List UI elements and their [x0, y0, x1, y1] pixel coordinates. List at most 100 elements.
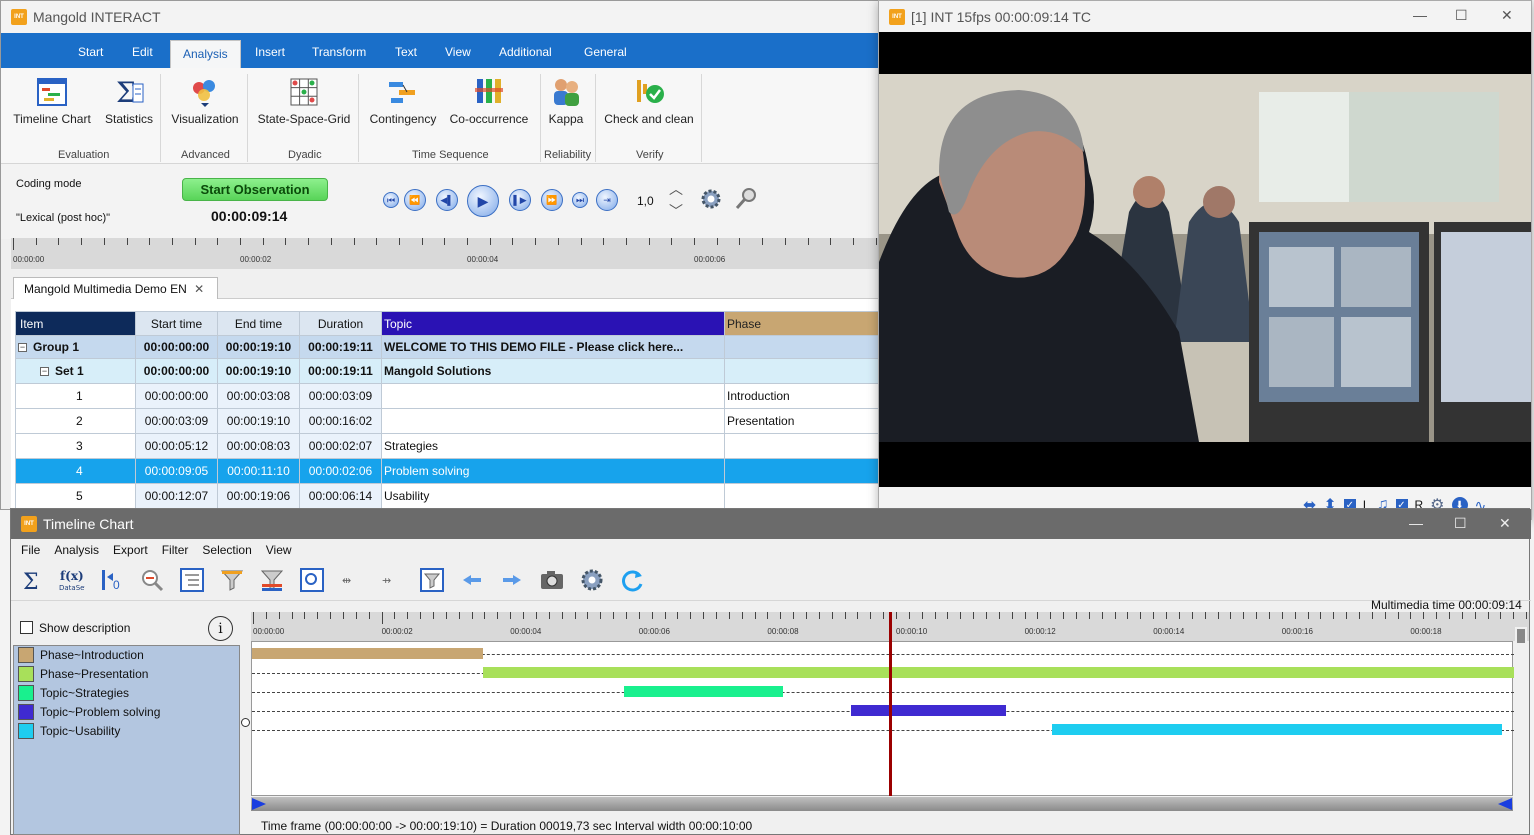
info-icon[interactable]: i: [208, 616, 233, 641]
event-bar-presentation[interactable]: [483, 667, 1514, 678]
header-item[interactable]: Item: [15, 311, 136, 336]
document-tab[interactable]: Mangold Multimedia Demo EN ✕: [13, 277, 218, 299]
arrow-left-icon[interactable]: [459, 567, 485, 593]
tab-analysis[interactable]: Analysis: [170, 40, 241, 70]
title-bar: INT Mangold INTERACT: [1, 1, 881, 33]
header-phase[interactable]: Phase: [724, 311, 880, 336]
timeline-chart-area[interactable]: [251, 612, 1514, 796]
header-end-time[interactable]: End time: [217, 311, 300, 336]
zoom-in-icon[interactable]: [299, 567, 325, 593]
statistics-icon[interactable]: Σ: [21, 567, 47, 595]
function-dataset-icon[interactable]: f(x) DataSet: [59, 567, 87, 593]
fast-rewind-icon[interactable]: ⏪: [404, 189, 426, 211]
close-icon[interactable]: ✕: [1499, 515, 1511, 532]
table-row[interactable]: 5 00:00:12:07 00:00:19:06 00:00:06:14 Us…: [15, 483, 880, 509]
legend-item[interactable]: Topic~Strategies: [18, 685, 129, 701]
table-row[interactable]: 1 00:00:00:00 00:00:03:08 00:00:03:09 In…: [15, 383, 880, 409]
range-slider[interactable]: [251, 797, 1513, 811]
filter-icon[interactable]: [219, 567, 245, 593]
expand-width-icon[interactable]: ⇹: [339, 567, 365, 593]
list-view-icon[interactable]: [179, 567, 205, 593]
range-end-handle[interactable]: [1498, 798, 1512, 810]
header-duration[interactable]: Duration: [299, 311, 382, 336]
settings-icon[interactable]: [699, 187, 723, 214]
event-bar-problem-solving[interactable]: [851, 705, 1006, 716]
state-space-grid-button[interactable]: State-Space-Grid: [255, 68, 353, 126]
show-description-checkbox[interactable]: [20, 621, 33, 634]
minimize-icon[interactable]: —: [1409, 515, 1423, 531]
maximize-icon[interactable]: ☐: [1455, 7, 1468, 24]
event-bar-strategies[interactable]: [624, 686, 783, 697]
go-to-start-icon[interactable]: ⏮: [383, 192, 399, 208]
contingency-button[interactable]: Contingency: [366, 68, 440, 126]
jump-icon[interactable]: ⇥: [596, 189, 618, 211]
menu-selection[interactable]: Selection: [202, 543, 251, 557]
legend-item[interactable]: Topic~Usability: [18, 723, 120, 739]
event-bar-introduction[interactable]: [252, 648, 483, 659]
range-start-handle[interactable]: [252, 798, 266, 810]
group-row[interactable]: − Group 1 00:00:00:00 00:00:19:10 00:00:1…: [15, 335, 880, 359]
check-and-clean-button[interactable]: Check and clean: [601, 68, 697, 126]
go-to-end-icon[interactable]: ⏭: [572, 192, 588, 208]
video-frame[interactable]: [879, 32, 1531, 487]
menu-file[interactable]: File: [21, 543, 40, 557]
fast-forward-icon[interactable]: ⏩: [541, 189, 563, 211]
search-icon[interactable]: [734, 187, 758, 214]
maximize-icon[interactable]: ☐: [1454, 515, 1467, 532]
close-icon[interactable]: ✕: [194, 282, 204, 296]
arrow-right-icon[interactable]: [499, 567, 525, 593]
splitter-handle[interactable]: [241, 718, 250, 727]
collapse-icon[interactable]: −: [18, 343, 27, 353]
row-item: 4: [15, 458, 136, 484]
go-to-zero-icon[interactable]: 0: [99, 567, 125, 593]
event-bar-usability[interactable]: [1052, 724, 1502, 735]
refresh-icon[interactable]: [619, 567, 645, 593]
statistics-button[interactable]: Σ Statistics: [101, 68, 157, 126]
tab-general[interactable]: General: [584, 45, 627, 59]
zoom-out-icon[interactable]: [139, 567, 165, 593]
playhead-cursor[interactable]: [889, 612, 892, 796]
ruler-tick: [304, 612, 306, 619]
tab-edit[interactable]: Edit: [132, 45, 153, 59]
header-topic[interactable]: Topic: [381, 311, 725, 336]
tab-transform[interactable]: Transform: [312, 45, 366, 59]
legend-item[interactable]: Phase~Presentation: [18, 666, 148, 682]
filter-settings-icon[interactable]: [419, 567, 445, 593]
tab-insert[interactable]: Insert: [255, 45, 285, 59]
menu-filter[interactable]: Filter: [162, 543, 189, 557]
set-row[interactable]: − Set 1 00:00:00:00 00:00:19:10 00:00:19:…: [15, 358, 880, 384]
camera-icon[interactable]: [539, 567, 565, 593]
speed-up-icon[interactable]: ︿: [669, 179, 683, 199]
menu-analysis[interactable]: Analysis: [54, 543, 99, 557]
compress-width-icon[interactable]: ⇸: [379, 567, 405, 593]
collapse-icon[interactable]: −: [40, 367, 49, 377]
speed-down-icon[interactable]: ﹀: [669, 201, 683, 221]
co-occurrence-button[interactable]: Co-occurrence: [446, 68, 532, 126]
table-row-selected[interactable]: 4 00:00:09:05 00:00:11:10 00:00:02:06 Pr…: [15, 458, 880, 484]
step-back-icon[interactable]: ◀▌: [436, 189, 458, 211]
header-start-time[interactable]: Start time: [135, 311, 218, 336]
settings-icon[interactable]: [579, 567, 605, 593]
menu-export[interactable]: Export: [113, 543, 148, 557]
color-filter-icon[interactable]: [259, 567, 285, 593]
legend-item[interactable]: Topic~Problem solving: [18, 704, 160, 720]
play-icon[interactable]: ▶: [467, 185, 499, 217]
start-observation-button[interactable]: Start Observation: [182, 178, 328, 201]
timeline-chart-button[interactable]: Timeline Chart: [11, 68, 93, 126]
scrollbar-thumb[interactable]: [1517, 629, 1525, 643]
minimize-icon[interactable]: —: [1413, 7, 1427, 23]
table-row[interactable]: 3 00:00:05:12 00:00:08:03 00:00:02:07 St…: [15, 433, 880, 459]
table-row[interactable]: 2 00:00:03:09 00:00:19:10 00:00:16:02 Pr…: [15, 408, 880, 434]
tab-view[interactable]: View: [445, 45, 471, 59]
kappa-button[interactable]: Kappa: [543, 68, 589, 126]
close-icon[interactable]: ✕: [1501, 7, 1513, 24]
menu-view[interactable]: View: [266, 543, 292, 557]
visualization-button[interactable]: Visualization: [167, 68, 243, 126]
legend-item[interactable]: Phase~Introduction: [18, 647, 144, 663]
tab-text[interactable]: Text: [395, 45, 417, 59]
time-ruler[interactable]: 00:00:00 00:00:02 00:00:04 00:00:06: [11, 238, 879, 269]
tab-start[interactable]: Start: [78, 45, 103, 59]
tab-additional[interactable]: Additional: [499, 45, 552, 59]
step-forward-icon[interactable]: ▌▶: [509, 189, 531, 211]
vertical-scrollbar[interactable]: [1515, 627, 1527, 797]
